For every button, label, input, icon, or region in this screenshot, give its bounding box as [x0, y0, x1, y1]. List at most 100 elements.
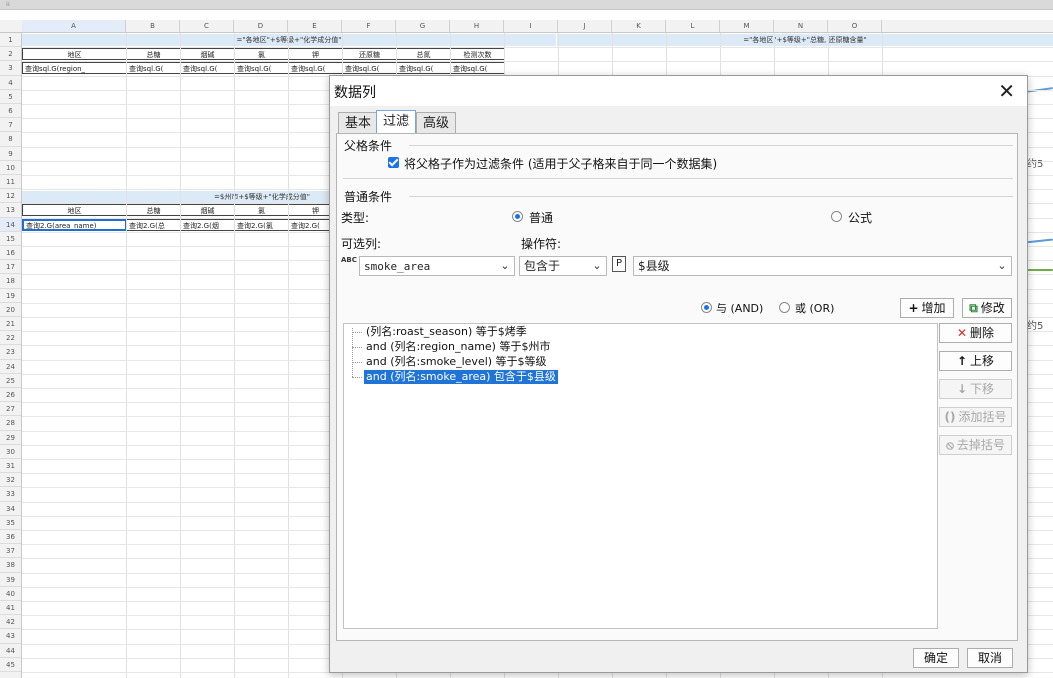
table1-header-cell[interactable]: 总糖: [126, 48, 181, 61]
table2-header-cell[interactable]: 地区: [22, 204, 127, 217]
row-header-33[interactable]: 33: [0, 487, 21, 502]
condition-item[interactable]: and (列名:region_name) 等于$州市: [364, 340, 552, 354]
row-header-18[interactable]: 18: [0, 274, 21, 289]
row-header-5[interactable]: 5: [0, 90, 21, 104]
row-header-23[interactable]: 23: [0, 345, 21, 360]
row-header-24[interactable]: 24: [0, 360, 21, 374]
row-header-29[interactable]: 29: [0, 431, 21, 445]
row-header-15[interactable]: 15: [0, 232, 21, 246]
row-header-16[interactable]: 16: [0, 246, 21, 261]
remove-parenthesis-button[interactable]: ⦸ 去掉括号: [939, 435, 1012, 455]
row-header-21[interactable]: 21: [0, 317, 21, 332]
table1-value-cell[interactable]: 查询sql.G(: [234, 62, 289, 75]
table2-value-cell[interactable]: 查询2.G(烟: [180, 218, 235, 231]
column-header-d[interactable]: D: [234, 20, 288, 32]
row-header-32[interactable]: 32: [0, 473, 21, 488]
row-header-7[interactable]: 7: [0, 118, 21, 133]
tab-advanced[interactable]: 高级: [416, 112, 457, 133]
band-title-right[interactable]: ="各地区"+$等级+"总糖, 还原糖含量": [557, 34, 1053, 46]
modify-button[interactable]: ⧉ 修改: [962, 298, 1012, 318]
table1-header-cell[interactable]: 还原糖: [342, 48, 397, 61]
row-header-8[interactable]: 8: [0, 132, 21, 147]
operator-select[interactable]: 包含于 ⌄: [519, 256, 607, 276]
row-header-37[interactable]: 37: [0, 544, 21, 559]
row-header-12[interactable]: 12: [0, 189, 21, 204]
row-header-4[interactable]: 4: [0, 76, 21, 90]
column-header-f[interactable]: F: [342, 20, 396, 32]
row-header-27[interactable]: 27: [0, 402, 21, 417]
add-button[interactable]: + 增加: [900, 298, 954, 318]
column-header-b[interactable]: B: [126, 20, 180, 32]
column-header-i[interactable]: I: [504, 20, 558, 32]
chevron-down-icon[interactable]: ⌄: [993, 257, 1011, 275]
row-header-17[interactable]: 17: [0, 260, 21, 275]
parent-filter-checkbox[interactable]: [388, 157, 399, 168]
band-title-left[interactable]: ="各地区"+$等级+"化学成分值": [22, 34, 556, 46]
row-header-6[interactable]: 6: [0, 104, 21, 119]
condition-tree[interactable]: (列名:roast_season) 等于$烤季 and (列名:region_na…: [343, 323, 938, 629]
row-header-9[interactable]: 9: [0, 147, 21, 161]
column-header-m[interactable]: M: [720, 20, 774, 32]
table1-header-cell[interactable]: 烟碱: [180, 48, 235, 61]
add-parenthesis-button[interactable]: () 添加括号: [939, 407, 1012, 427]
row-header-41[interactable]: 41: [0, 601, 21, 616]
row-header-38[interactable]: 38: [0, 558, 21, 573]
column-select[interactable]: smoke_area ⌄: [359, 256, 515, 276]
table1-header-cell[interactable]: 检测次数: [450, 48, 505, 61]
parameter-icon[interactable]: P: [612, 256, 626, 272]
ok-button[interactable]: 确定: [913, 648, 959, 668]
table2-value-cell[interactable]: 查询2.G(总: [126, 218, 181, 231]
row-header-26[interactable]: 26: [0, 388, 21, 403]
radio-or[interactable]: [779, 302, 790, 313]
table1-value-cell[interactable]: 查询sql.G(: [180, 62, 235, 75]
condition-item[interactable]: (列名:roast_season) 等于$烤季: [364, 325, 529, 339]
row-header-30[interactable]: 30: [0, 445, 21, 459]
column-header-e[interactable]: E: [288, 20, 342, 32]
table1-header-cell[interactable]: 总氮: [396, 48, 451, 61]
column-header-o[interactable]: O: [828, 20, 882, 32]
tab-filter[interactable]: 过滤: [376, 110, 417, 133]
row-header-22[interactable]: 22: [0, 331, 21, 346]
column-header-c[interactable]: C: [180, 20, 234, 32]
table1-value-cell[interactable]: 查询sql.G(: [450, 62, 505, 75]
row-header-1[interactable]: 1: [0, 33, 21, 48]
row-header-20[interactable]: 20: [0, 303, 21, 317]
table2-header-cell[interactable]: 氯: [234, 204, 289, 217]
row-header-10[interactable]: 10: [0, 161, 21, 175]
column-header-h[interactable]: H: [450, 20, 504, 32]
column-header-j[interactable]: J: [558, 20, 612, 32]
row-header-34[interactable]: 34: [0, 502, 21, 516]
row-header-2[interactable]: 2: [0, 47, 21, 62]
row-header-35[interactable]: 35: [0, 516, 21, 530]
chevron-down-icon[interactable]: ⌄: [496, 257, 514, 275]
radio-formula[interactable]: [831, 211, 842, 222]
column-header-k[interactable]: K: [612, 20, 666, 32]
column-header-a[interactable]: A: [22, 20, 126, 32]
condition-item[interactable]: and (列名:smoke_area) 包含于$县级: [364, 370, 558, 384]
column-header-g[interactable]: G: [396, 20, 450, 32]
table1-header-cell[interactable]: 氯: [234, 48, 289, 61]
table1-value-cell[interactable]: 查询sql.G(: [126, 62, 181, 75]
table2-value-cell[interactable]: 查询2.G(氯: [234, 218, 289, 231]
row-header-3[interactable]: 3: [0, 61, 21, 76]
table2-header-cell[interactable]: 烟碱: [180, 204, 235, 217]
table2-value-cell[interactable]: 查询2.G(area_name): [22, 218, 127, 231]
row-header-44[interactable]: 44: [0, 644, 21, 658]
table1-header-cell[interactable]: 钾: [288, 48, 343, 61]
table1-value-cell[interactable]: 查询sql.G(: [396, 62, 451, 75]
move-down-button[interactable]: ↓ 下移: [939, 379, 1012, 399]
close-icon[interactable]: ✕: [998, 79, 1015, 103]
row-header-36[interactable]: 36: [0, 530, 21, 545]
row-header-13[interactable]: 13: [0, 203, 21, 218]
dialog-titlebar[interactable]: 数据列 ✕: [330, 76, 1027, 106]
row-header-45[interactable]: 45: [0, 658, 21, 672]
radio-and[interactable]: [701, 302, 712, 313]
cancel-button[interactable]: 取消: [967, 648, 1013, 668]
table1-value-cell[interactable]: 查询sql.G(: [288, 62, 343, 75]
table1-value-cell[interactable]: 查询sql.G(region_: [22, 62, 127, 75]
row-header-31[interactable]: 31: [0, 459, 21, 474]
tab-basic[interactable]: 基本: [338, 112, 379, 133]
row-header-11[interactable]: 11: [0, 175, 21, 190]
table2-header-cell[interactable]: 总糖: [126, 204, 181, 217]
column-header-l[interactable]: L: [666, 20, 720, 32]
